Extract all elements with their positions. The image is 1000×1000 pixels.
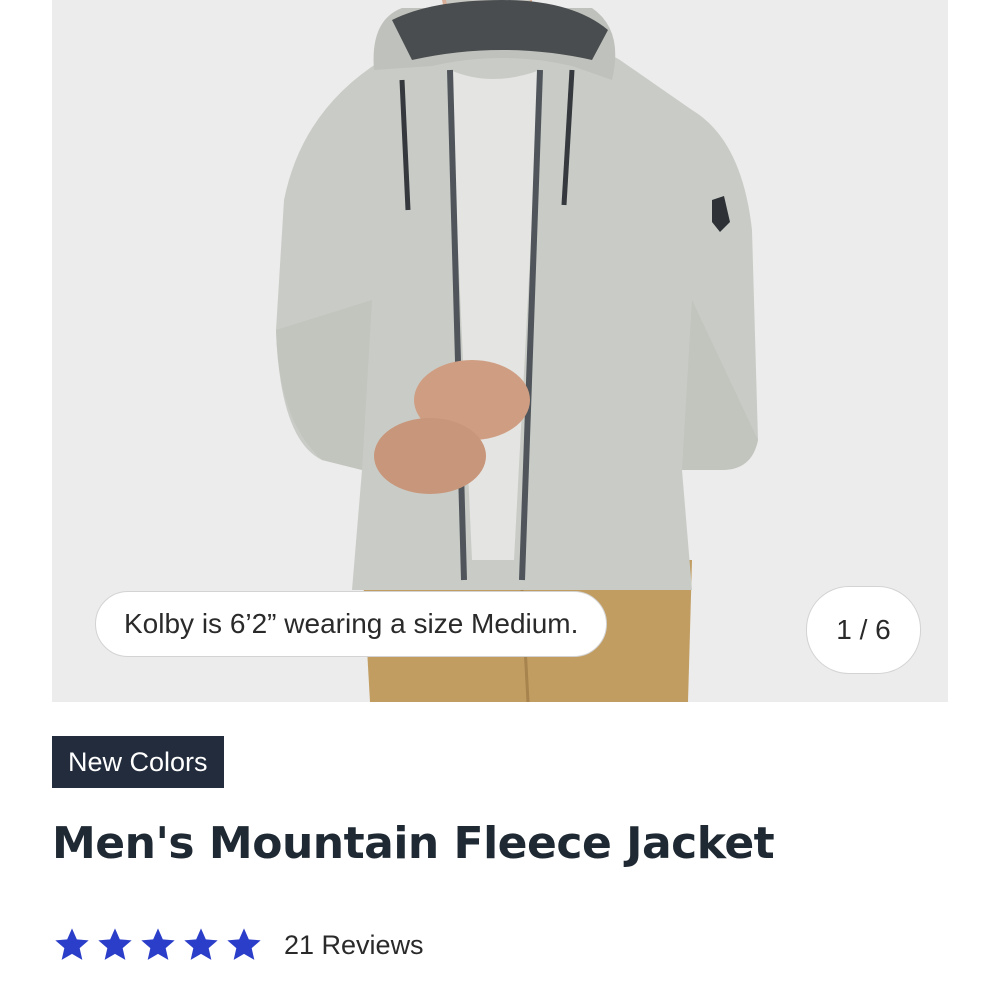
model-size-caption-text: Kolby is 6’2” wearing a size Medium. <box>124 608 579 639</box>
image-counter: 1 / 6 <box>806 586 921 674</box>
badge-label: New Colors <box>68 746 208 777</box>
star-icon <box>181 925 221 965</box>
star-icon <box>95 925 135 965</box>
star-icon <box>138 925 178 965</box>
star-icon <box>52 925 92 965</box>
rating-stars <box>52 925 264 965</box>
product-image-gallery[interactable]: Kolby is 6’2” wearing a size Medium. 1 /… <box>52 0 948 702</box>
product-rating[interactable]: 21 Reviews <box>52 922 424 968</box>
star-icon <box>224 925 264 965</box>
reviews-link[interactable]: 21 Reviews <box>284 930 424 961</box>
image-counter-text: 1 / 6 <box>836 614 891 645</box>
product-title: Men's Mountain Fleece Jacket <box>52 818 775 869</box>
model-size-caption: Kolby is 6’2” wearing a size Medium. <box>95 591 608 657</box>
new-colors-badge: New Colors <box>52 736 224 788</box>
